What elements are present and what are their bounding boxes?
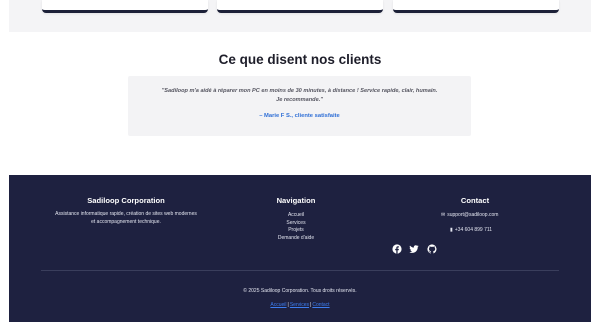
footer-social-links <box>392 240 440 258</box>
testimonials-section: Ce que disent nos clients "Sadiloop m'a … <box>9 32 591 175</box>
footer-contact-phone[interactable]: ▮ +34 604 899 711 <box>450 227 492 233</box>
footer-navigation-title: Navigation <box>276 196 316 205</box>
github-icon[interactable] <box>427 244 437 254</box>
footer-nav-demande-aide[interactable]: Demande d'aide <box>256 235 336 243</box>
footer-link-separator: | <box>287 302 289 308</box>
facebook-icon[interactable] <box>392 244 402 254</box>
footer-company-desc-line: Assistance informatique rapide, création… <box>55 211 197 217</box>
testimonials-title: Ce que disent nos clients <box>218 52 382 67</box>
service-card[interactable] <box>393 0 559 13</box>
testimonial-card: "Sadiloop m'a aidé à réparer mon PC en m… <box>128 76 471 136</box>
footer-copyright: © 2025 Sadiloop Corporation. Tous droits… <box>243 288 357 294</box>
service-card[interactable] <box>217 0 383 13</box>
footer-contact-phone-text: +34 604 899 711 <box>454 227 493 233</box>
footer-nav-list: Accueil Services Projets Demande d'aide <box>256 212 336 242</box>
footer-divider <box>41 270 559 271</box>
footer-bottom-link-services[interactable]: Services <box>290 302 309 308</box>
footer-contact-email[interactable]: ✉ support@sadiloop.com <box>441 212 498 218</box>
footer-company-desc-line: et accompagnement technique. <box>91 218 161 225</box>
footer-contact-title: Contact <box>460 196 490 205</box>
envelope-icon: ✉ <box>441 212 446 218</box>
site-footer: Sadiloop Corporation Assistance informat… <box>9 175 591 322</box>
page: Ce que disent nos clients "Sadiloop m'a … <box>0 0 591 322</box>
testimonial-quote-line: "Sadiloop m'a aidé à réparer mon PC en m… <box>161 88 438 94</box>
testimonial-quote: "Sadiloop m'a aidé à réparer mon PC en m… <box>136 87 463 104</box>
service-card[interactable] <box>42 0 208 13</box>
footer-bottom-links: Accueil|Services|Contact <box>9 302 591 308</box>
footer-company-title: Sadiloop Corporation <box>87 196 165 205</box>
footer-contact-email-text: support@sadiloop.com <box>447 212 499 218</box>
services-section-bottom <box>9 0 591 32</box>
footer-nav-accueil[interactable]: Accueil <box>256 212 336 220</box>
testimonial-quote-line: Je recommande." <box>276 96 323 103</box>
footer-bottom-link-accueil[interactable]: Accueil <box>270 302 286 308</box>
footer-nav-projets[interactable]: Projets <box>256 227 336 235</box>
footer-bottom-link-contact[interactable]: Contact <box>312 302 329 308</box>
footer-nav-services[interactable]: Services <box>256 220 336 228</box>
testimonial-author: – Marie F S., cliente satisfaite <box>259 113 340 119</box>
footer-company-desc: Assistance informatique rapide, création… <box>31 211 221 226</box>
phone-icon: ▮ <box>450 227 453 233</box>
twitter-icon[interactable] <box>409 244 420 254</box>
